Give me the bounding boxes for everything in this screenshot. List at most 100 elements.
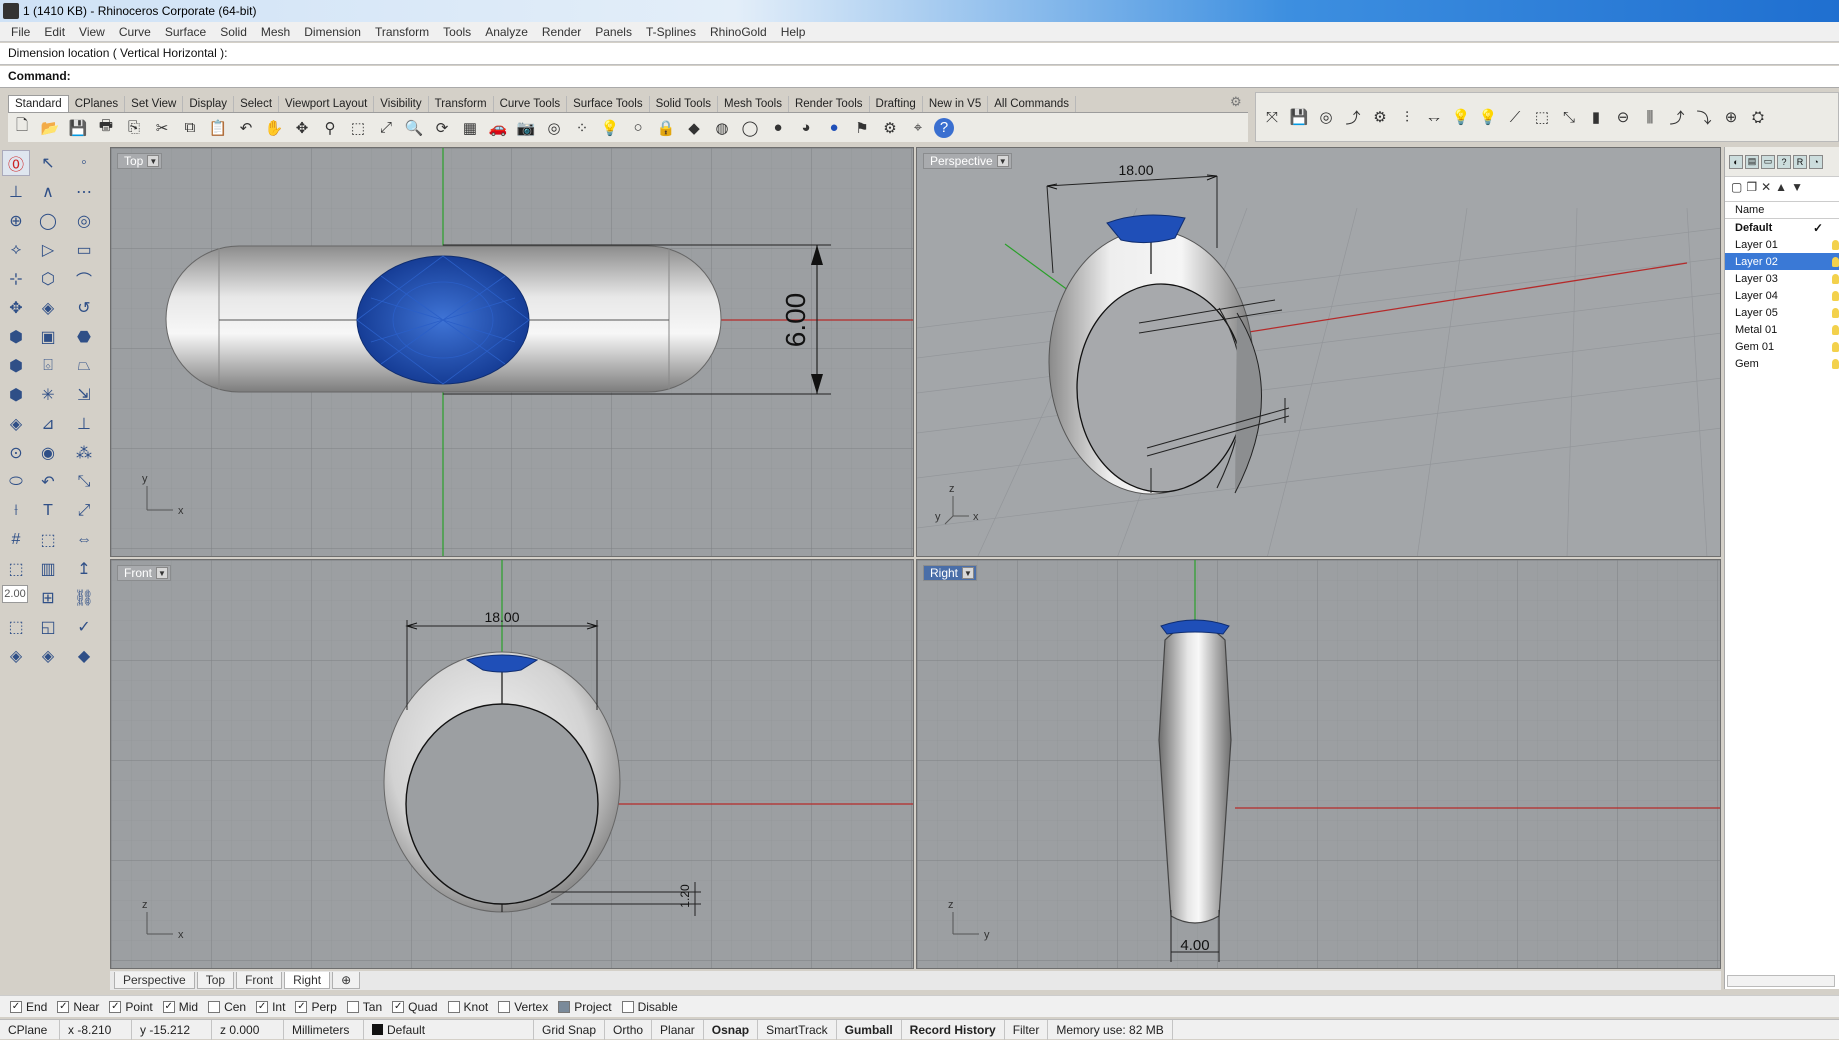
left-tool-icon[interactable]: ◈ [34, 295, 62, 321]
left-tool-icon[interactable]: ⊙ [2, 440, 30, 466]
left-tool-icon[interactable]: ▥ [34, 556, 62, 582]
color-wheel-icon[interactable]: ◍ [710, 116, 734, 140]
tab-mesh-tools[interactable]: Mesh Tools [718, 96, 789, 112]
rhinogold-tool-icon[interactable]: 💾 [1287, 105, 1311, 129]
rhinogold-tool-icon[interactable]: ⊕ [1719, 105, 1743, 129]
ortho-toggle[interactable]: Ortho [605, 1019, 653, 1040]
left-tool-icon[interactable]: ⬚ [2, 556, 30, 582]
tab-new-in-v5[interactable]: New in V5 [923, 96, 989, 112]
left-tool-icon[interactable]: ⓪ [2, 150, 30, 176]
planar-toggle[interactable]: Planar [652, 1019, 704, 1040]
zoom-icon[interactable]: ⚲ [318, 116, 342, 140]
smarttrack-toggle[interactable]: SmartTrack [758, 1019, 837, 1040]
menu-surface[interactable]: Surface [158, 25, 213, 39]
layer-row[interactable]: Layer 02 [1725, 253, 1839, 270]
new-icon[interactable]: 🗋 [10, 116, 34, 140]
left-tool-icon[interactable]: ⟡ [2, 237, 30, 263]
left-tool-icon[interactable]: ⟊ [2, 498, 30, 524]
filter-button[interactable]: Filter [1005, 1019, 1049, 1040]
left-tool-icon[interactable]: ◎ [70, 208, 98, 234]
left-tool-icon[interactable]: ⏢ [70, 353, 98, 379]
horizontal-scrollbar[interactable] [1727, 975, 1835, 987]
menu-help[interactable]: Help [774, 25, 813, 39]
rhinogold-tool-icon[interactable]: ▮ [1584, 105, 1608, 129]
menu-dimension[interactable]: Dimension [297, 25, 368, 39]
tab-render-tools[interactable]: Render Tools [789, 96, 870, 112]
record-history-toggle[interactable]: Record History [902, 1019, 1005, 1040]
number-field[interactable]: 2.00 [2, 585, 28, 603]
menu-tools[interactable]: Tools [436, 25, 478, 39]
chevron-down-icon[interactable]: ▼ [156, 567, 169, 579]
osnap-disable[interactable]: Disable [621, 1000, 678, 1014]
left-tool-icon[interactable]: ◉ [34, 440, 62, 466]
left-tool-icon[interactable]: ✳ [34, 382, 62, 408]
checkbox[interactable]: ✓ [162, 1000, 175, 1013]
menu-render[interactable]: Render [535, 25, 588, 39]
left-tool-icon[interactable]: ⤢ [70, 498, 98, 524]
checkbox[interactable]: ✓ [109, 1000, 122, 1013]
left-tool-icon[interactable]: ▷ [34, 237, 62, 263]
layers-tab-icon[interactable]: ▤ [1745, 154, 1759, 169]
copy-icon[interactable]: ⧉ [178, 116, 202, 140]
left-tool-icon[interactable]: ◱ [34, 614, 62, 640]
menu-t-splines[interactable]: T-Splines [639, 25, 703, 39]
zoom-window-icon[interactable]: ⬚ [346, 116, 370, 140]
left-tool-icon[interactable]: ⛓ [70, 585, 98, 611]
left-tool-icon[interactable]: ∧ [34, 179, 62, 205]
tab-solid-tools[interactable]: Solid Tools [650, 96, 718, 112]
layer-row[interactable]: Layer 01 [1725, 236, 1839, 253]
layer-row[interactable]: Metal 01 [1725, 321, 1839, 338]
viewport-label-perspective[interactable]: Perspective ▼ [923, 153, 1012, 169]
left-tool-icon[interactable]: ⊞ [34, 585, 62, 611]
osnap-near[interactable]: ✓ Near [57, 1000, 99, 1014]
left-tool-icon[interactable]: ⬢ [2, 324, 30, 350]
new-layer-icon[interactable]: ▢ [1731, 180, 1742, 194]
points-icon[interactable]: ⁘ [570, 116, 594, 140]
left-tool-icon[interactable]: ↶ [34, 469, 62, 495]
osnap-project[interactable]: Project [558, 1000, 612, 1014]
rhinogold-tool-icon[interactable]: ⤡ [1557, 105, 1581, 129]
left-tool-icon[interactable]: ⬭ [2, 469, 30, 495]
lightbulb-icon[interactable] [1832, 358, 1839, 369]
viewport-top[interactable]: 6.00 y x Top ▼ [110, 147, 914, 557]
checkbox[interactable]: ✓ [256, 1000, 269, 1013]
viewport-label-front[interactable]: Front ▼ [117, 565, 172, 581]
rhinogold-tool-icon[interactable]: ⚙ [1368, 105, 1392, 129]
menu-view[interactable]: View [72, 25, 112, 39]
osnap-point[interactable]: ✓ Point [109, 1000, 153, 1014]
menu-curve[interactable]: Curve [112, 25, 158, 39]
left-tool-icon[interactable]: ⊥ [2, 179, 30, 205]
layer-row[interactable]: Layer 05 [1725, 304, 1839, 321]
tab-transform[interactable]: Transform [429, 96, 494, 112]
current-layer[interactable]: Default [364, 1019, 534, 1040]
menu-edit[interactable]: Edit [37, 25, 72, 39]
left-tool-icon[interactable]: ↖ [34, 150, 62, 176]
checkbox[interactable]: ✓ [392, 1000, 405, 1013]
viewport-tab-right[interactable]: Right [284, 972, 331, 989]
left-tool-icon[interactable]: ⤡ [70, 469, 98, 495]
rhinogold-tool-icon[interactable]: ⤴ [1341, 105, 1365, 129]
lightbulb-icon[interactable] [1832, 239, 1839, 250]
left-tool-icon[interactable]: ⊹ [2, 266, 30, 292]
osnap-toggle[interactable]: Osnap [704, 1019, 759, 1040]
lightbulb-icon[interactable] [1832, 273, 1839, 284]
left-tool-icon[interactable]: ◈ [2, 643, 30, 669]
left-tool-icon[interactable]: ↺ [70, 295, 98, 321]
flag-icon[interactable]: ⚑ [850, 116, 874, 140]
left-tool-icon[interactable]: ⌺ [34, 353, 62, 379]
delete-layer-icon[interactable]: ✕ [1761, 180, 1771, 194]
rhinogold-tool-icon[interactable]: ⛭ [1746, 105, 1770, 129]
left-tool-icon[interactable]: ⬚ [34, 527, 62, 553]
osnap-vertex[interactable]: Vertex [498, 1000, 548, 1014]
checkbox[interactable]: ✓ [57, 1000, 70, 1013]
tab-standard[interactable]: Standard [8, 95, 69, 112]
help-icon[interactable]: ? [934, 117, 954, 138]
left-tool-icon[interactable]: ⁂ [70, 440, 98, 466]
left-tool-icon[interactable]: ◯ [34, 208, 62, 234]
osnap-int[interactable]: ✓ Int [256, 1000, 285, 1014]
left-tool-icon[interactable]: ▭ [70, 237, 98, 263]
tab-surface-tools[interactable]: Surface Tools [567, 96, 650, 112]
checkbox[interactable] [346, 1000, 359, 1013]
osnap-mid[interactable]: ✓ Mid [162, 1000, 198, 1014]
checkbox[interactable]: ✓ [295, 1000, 308, 1013]
